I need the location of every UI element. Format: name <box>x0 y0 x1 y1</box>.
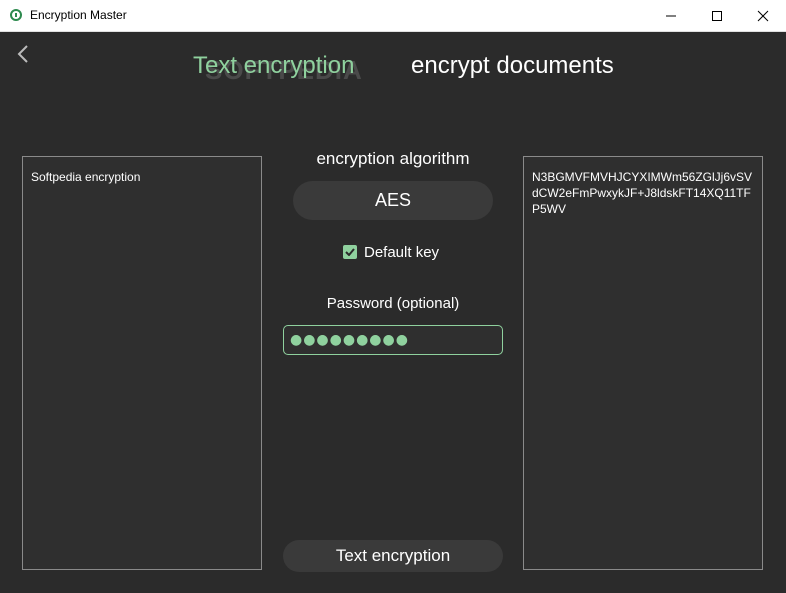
window-title: Encryption Master <box>30 8 127 22</box>
algorithm-label: encryption algorithm <box>316 149 470 168</box>
tab-encrypt-documents[interactable]: encrypt documents <box>411 52 614 80</box>
title-bar: Encryption Master <box>0 0 786 32</box>
close-button[interactable] <box>740 0 786 31</box>
tab-text-encryption[interactable]: Text encryption <box>193 52 354 80</box>
app-icon <box>10 9 22 21</box>
chevron-left-icon <box>17 45 28 63</box>
plaintext-input[interactable]: Softpedia encryption <box>22 156 262 570</box>
password-label: Password (optional) <box>326 295 460 312</box>
text-encryption-button[interactable]: Text encryption <box>283 540 503 572</box>
maximize-icon <box>712 11 722 21</box>
ciphertext-output[interactable]: N3BGMVFMVHJCYXIMWm56ZGlJj6vSVdCW2eFmPwxy… <box>523 156 763 570</box>
password-field[interactable]: ●●●●●●●●● <box>283 325 503 355</box>
minimize-button[interactable] <box>648 0 694 31</box>
checkmark-icon <box>345 248 355 256</box>
minimize-icon <box>666 15 676 17</box>
back-button[interactable] <box>15 44 33 64</box>
algorithm-select[interactable]: AES <box>293 181 493 220</box>
maximize-button[interactable] <box>694 0 740 31</box>
default-key-checkbox[interactable] <box>343 245 357 259</box>
default-key-label: Default key <box>364 244 440 261</box>
close-icon <box>757 10 769 22</box>
